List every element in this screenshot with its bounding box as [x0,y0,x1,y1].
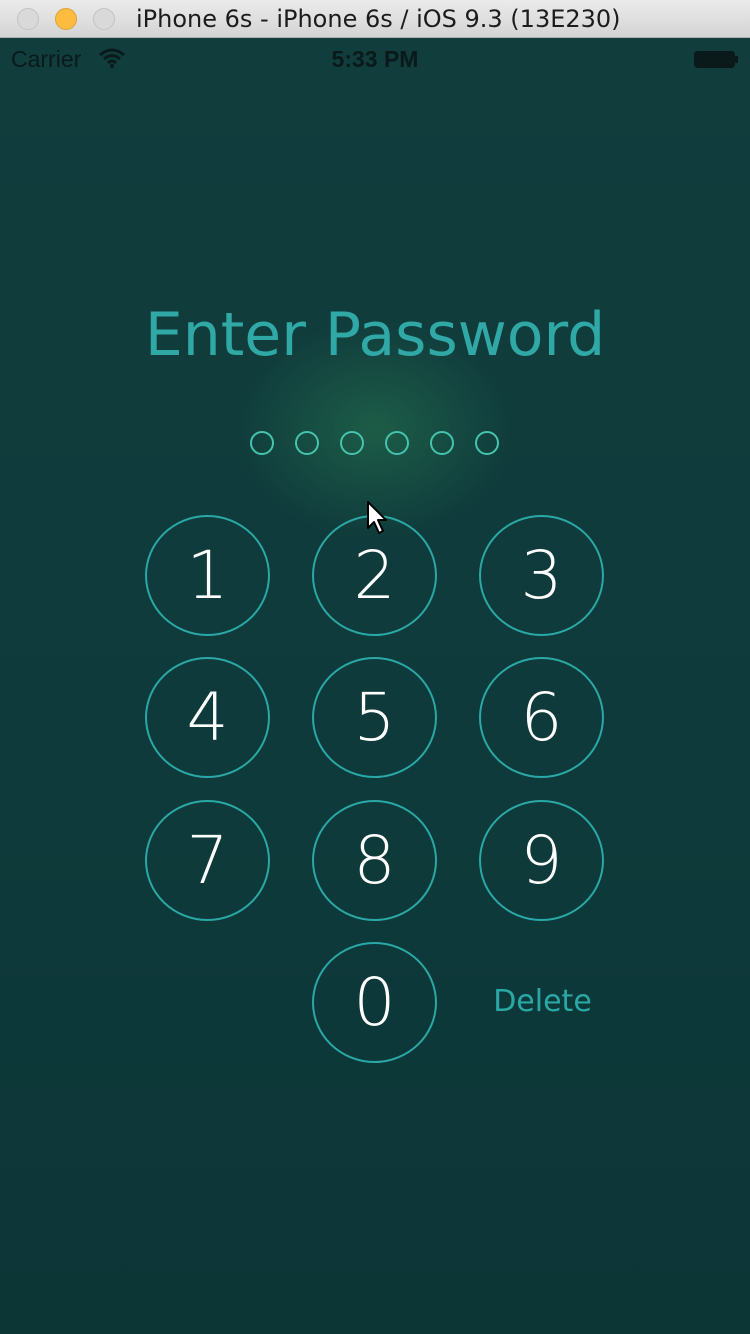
keypad-key-9[interactable]: 9 [479,800,604,921]
window-minimize-button[interactable] [55,8,77,30]
simulator-title-bar: iPhone 6s - iPhone 6s / iOS 9.3 (13E230) [0,0,750,38]
window-title: iPhone 6s - iPhone 6s / iOS 9.3 (13E230) [136,5,621,33]
keypad-key-6[interactable]: 6 [479,657,604,778]
keypad-key-1[interactable]: 1 [145,515,270,636]
status-time: 5:33 PM [331,46,419,72]
keypad-key-8[interactable]: 8 [312,800,437,921]
mouse-pointer-icon [367,501,387,534]
delete-button[interactable]: Delete [480,984,605,1024]
device-screen: Carrier 5:33 PM Enter Password 1 2 3 4 5… [0,38,750,1334]
window-zoom-button[interactable] [93,8,115,30]
battery-icon [694,51,738,68]
passcode-dot [295,431,319,455]
keypad-key-4[interactable]: 4 [145,657,270,778]
status-bar: Carrier 5:33 PM [0,38,750,80]
enter-password-title: Enter Password [144,300,606,370]
keypad-key-7[interactable]: 7 [145,800,270,921]
keypad-key-0[interactable]: 0 [312,942,437,1063]
passcode-dot [385,431,409,455]
passcode-dot [250,431,274,455]
keypad-key-3[interactable]: 3 [479,515,604,636]
passcode-dot [340,431,364,455]
window-close-button[interactable] [17,8,39,30]
passcode-dot [430,431,454,455]
passcode-dot [475,431,499,455]
keypad-key-5[interactable]: 5 [312,657,437,778]
